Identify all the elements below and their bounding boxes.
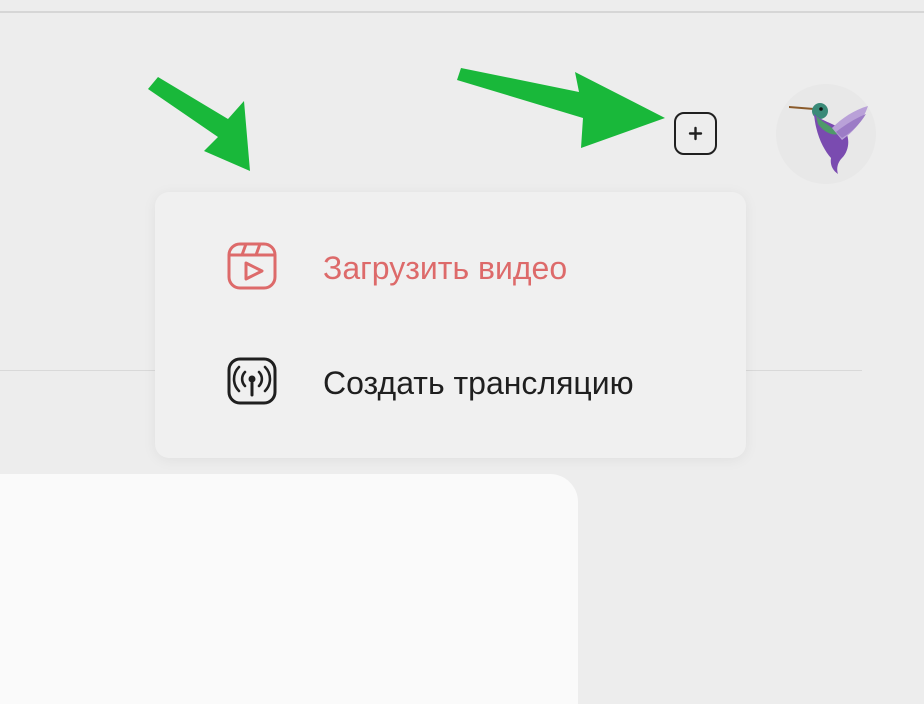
video-upload-icon (226, 240, 278, 292)
plus-icon (688, 126, 703, 141)
hummingbird-icon (789, 103, 868, 174)
top-divider (0, 11, 924, 13)
menu-item-label: Создать трансляцию (323, 365, 634, 401)
menu-item-label: Загрузить видео (323, 250, 568, 286)
annotation-arrow-add (455, 48, 670, 153)
create-button[interactable] (674, 112, 717, 155)
annotation-arrow-menu (140, 75, 270, 185)
broadcast-icon (226, 355, 278, 407)
user-avatar[interactable] (776, 84, 876, 184)
create-menu: Загрузить видео Создать трансляцию (155, 192, 746, 458)
menu-item-upload-video[interactable]: Загрузить видео (155, 212, 746, 322)
content-card (0, 474, 578, 704)
menu-item-create-broadcast[interactable]: Создать трансляцию (155, 327, 746, 437)
